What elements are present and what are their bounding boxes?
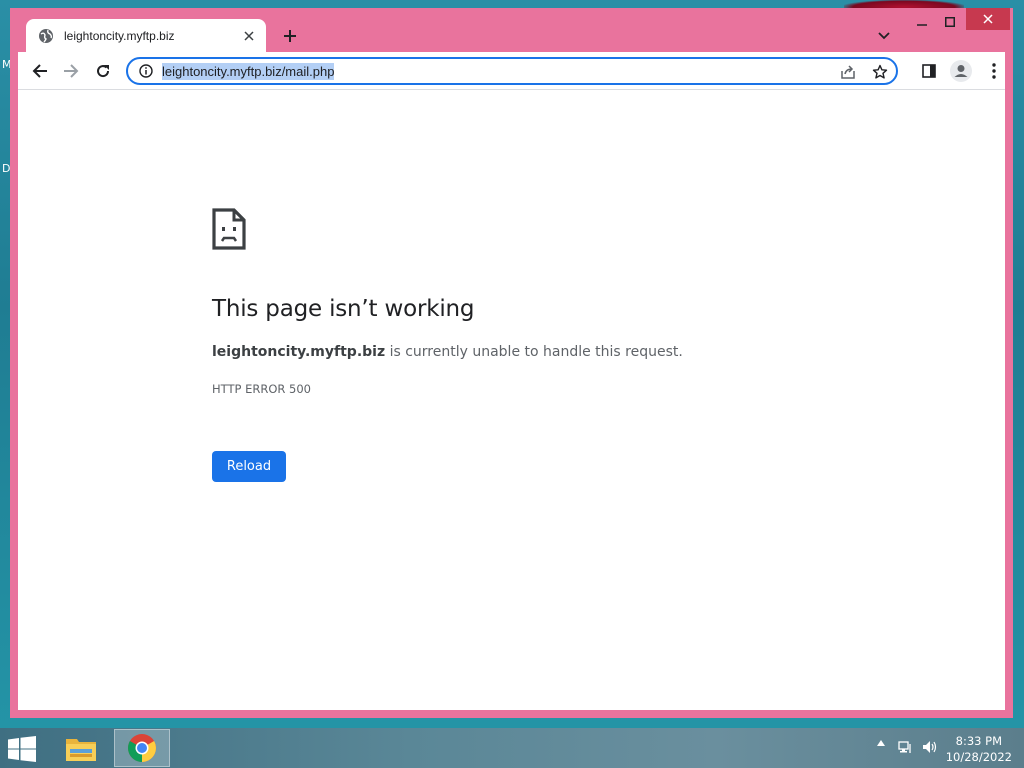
clock-date: 10/28/2022 (945, 750, 1012, 764)
profile-avatar-icon[interactable] (949, 59, 973, 83)
chrome-icon[interactable] (114, 729, 170, 767)
tab-close-icon[interactable] (240, 27, 258, 45)
windows-start-icon[interactable] (8, 736, 38, 762)
tab-title: leightoncity.myftp.biz (64, 28, 175, 43)
show-hidden-icons-chevron-icon[interactable] (874, 740, 888, 746)
reload-icon[interactable] (91, 59, 115, 83)
browser-toolbar: leightoncity.myftp.biz/mail.php (18, 52, 1005, 90)
error-message: is currently unable to handle this reque… (385, 344, 683, 360)
address-url[interactable]: leightoncity.myftp.biz/mail.php (162, 62, 335, 80)
minimize-button[interactable] (910, 8, 934, 36)
page-content: This page isn’t working leightoncity.myf… (18, 90, 1005, 710)
error-description: leightoncity.myftp.biz is currently unab… (212, 344, 683, 360)
site-info-icon[interactable] (136, 61, 156, 81)
taskbar: 8:33 PM 10/28/2022 (0, 728, 1024, 768)
side-panel-icon[interactable] (917, 59, 941, 83)
taskbar-clock[interactable]: 8:33 PM 10/28/2022 (946, 733, 1012, 765)
error-host: leightoncity.myftp.biz (212, 344, 386, 360)
more-menu-icon[interactable] (982, 59, 1006, 83)
volume-icon[interactable] (921, 740, 939, 754)
new-tab-button[interactable] (278, 24, 302, 48)
back-button[interactable] (28, 59, 52, 83)
maximize-button[interactable] (938, 8, 962, 36)
globe-icon (38, 28, 54, 44)
error-code: HTTP ERROR 500 (212, 382, 311, 396)
bookmark-star-icon[interactable] (870, 62, 890, 82)
forward-button[interactable] (59, 59, 83, 83)
share-icon[interactable] (838, 62, 858, 82)
tab-active[interactable]: leightoncity.myftp.biz (26, 19, 266, 52)
reload-button[interactable]: Reload (212, 451, 286, 482)
browser-window: leightoncity.myftp.biz leightoncity.myft… (10, 8, 1013, 718)
address-bar[interactable]: leightoncity.myftp.biz/mail.php (126, 57, 898, 85)
clock-time: 8:33 PM (955, 734, 1003, 748)
sad-document-icon (212, 208, 246, 255)
tab-search-chevron-icon[interactable] (874, 26, 894, 46)
tab-strip: leightoncity.myftp.biz (10, 8, 1013, 52)
network-icon[interactable] (897, 740, 915, 754)
error-title: This page isn’t working (212, 296, 475, 322)
close-window-button[interactable] (966, 8, 1010, 30)
file-explorer-icon[interactable] (53, 729, 109, 767)
